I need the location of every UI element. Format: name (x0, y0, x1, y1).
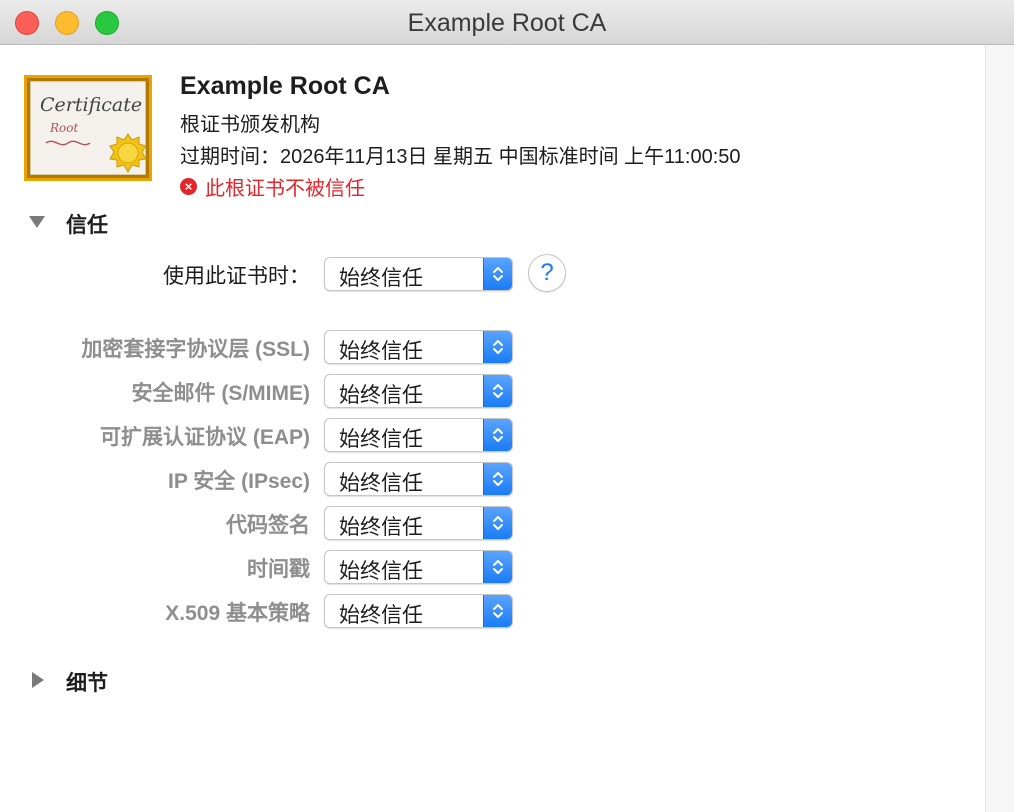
chevron-up-down-icon (493, 516, 503, 530)
popup-arrows (483, 419, 512, 451)
trust-row-label: 加密套接字协议层 (SSL) (81, 338, 310, 361)
popup-value: 始终信任 (339, 472, 423, 495)
trust-row-popup[interactable]: 始终信任 (324, 374, 513, 408)
trust-warning: × 此根证书不被信任 (180, 172, 365, 201)
popup-value: 始终信任 (339, 428, 423, 451)
trust-row-label: 安全邮件 (S/MIME) (131, 382, 311, 405)
popup-arrows (483, 595, 512, 627)
chevron-up-down-icon (493, 340, 503, 354)
chevron-up-down-icon (493, 604, 503, 618)
popup-value: 始终信任 (339, 604, 423, 627)
trust-section-label[interactable]: 信任 (66, 209, 108, 239)
certificate-issuer-type: 根证书颁发机构 (180, 114, 320, 136)
chevron-up-down-icon (493, 384, 503, 398)
popup-arrows (483, 258, 512, 290)
popup-value: 始终信任 (339, 384, 423, 407)
certificate-name: Example Root CA (180, 72, 390, 100)
trust-row-popup[interactable]: 始终信任 (324, 462, 513, 496)
popup-arrows (483, 331, 512, 363)
seal-icon (109, 133, 147, 173)
popup-value: 始终信任 (339, 267, 423, 290)
trust-row-label: IP 安全 (IPsec) (168, 470, 310, 493)
trust-row-label: X.509 基本策略 (165, 602, 310, 625)
popup-arrows (483, 551, 512, 583)
details-section-label[interactable]: 细节 (66, 667, 108, 697)
scrollbar-track[interactable] (985, 45, 1014, 812)
trust-row-label: 时间戳 (247, 558, 310, 581)
disclosure-triangle-expanded-icon[interactable] (28, 213, 46, 231)
trust-warning-text: 此根证书不被信任 (205, 178, 365, 200)
disclosure-triangle-collapsed-icon[interactable] (28, 671, 46, 689)
trust-row-popup[interactable]: 始终信任 (324, 418, 513, 452)
trust-row-popup[interactable]: 始终信任 (324, 550, 513, 584)
chevron-up-down-icon (493, 428, 503, 442)
popup-value: 始终信任 (339, 560, 423, 583)
trust-row-label: 可扩展认证协议 (EAP) (100, 426, 310, 449)
certificate-icon: Certificate Root (24, 75, 152, 181)
help-button[interactable]: ? (528, 254, 566, 292)
title-bar[interactable]: Example Root CA (0, 0, 1014, 45)
window-title: Example Root CA (407, 9, 607, 37)
chevron-up-down-icon (493, 472, 503, 486)
certificate-icon-text: Certificate (40, 94, 143, 116)
chevron-up-down-icon (493, 560, 503, 574)
when-using-label: 使用此证书时： (163, 265, 310, 288)
trust-row-label: 代码签名 (226, 514, 310, 537)
chevron-up-down-icon (493, 267, 503, 281)
flourish-icon (45, 140, 91, 146)
popup-arrows (483, 375, 512, 407)
popup-arrows (483, 463, 512, 495)
certificate-expiry: 过期时间：2026年11月13日 星期五 中国标准时间 上午11:00:50 (180, 146, 741, 168)
trust-row-popup[interactable]: 始终信任 (324, 506, 513, 540)
popup-value: 始终信任 (339, 516, 423, 539)
when-using-popup[interactable]: 始终信任 (324, 257, 513, 291)
trust-row-popup[interactable]: 始终信任 (324, 330, 513, 364)
popup-arrows (483, 507, 512, 539)
error-icon: × (180, 178, 197, 195)
popup-value: 始终信任 (339, 340, 423, 363)
trust-row-popup[interactable]: 始终信任 (324, 594, 513, 628)
certificate-icon-subtext: Root (50, 121, 79, 135)
certificate-window: Example Root CA Certificate Root Example… (0, 0, 1014, 812)
